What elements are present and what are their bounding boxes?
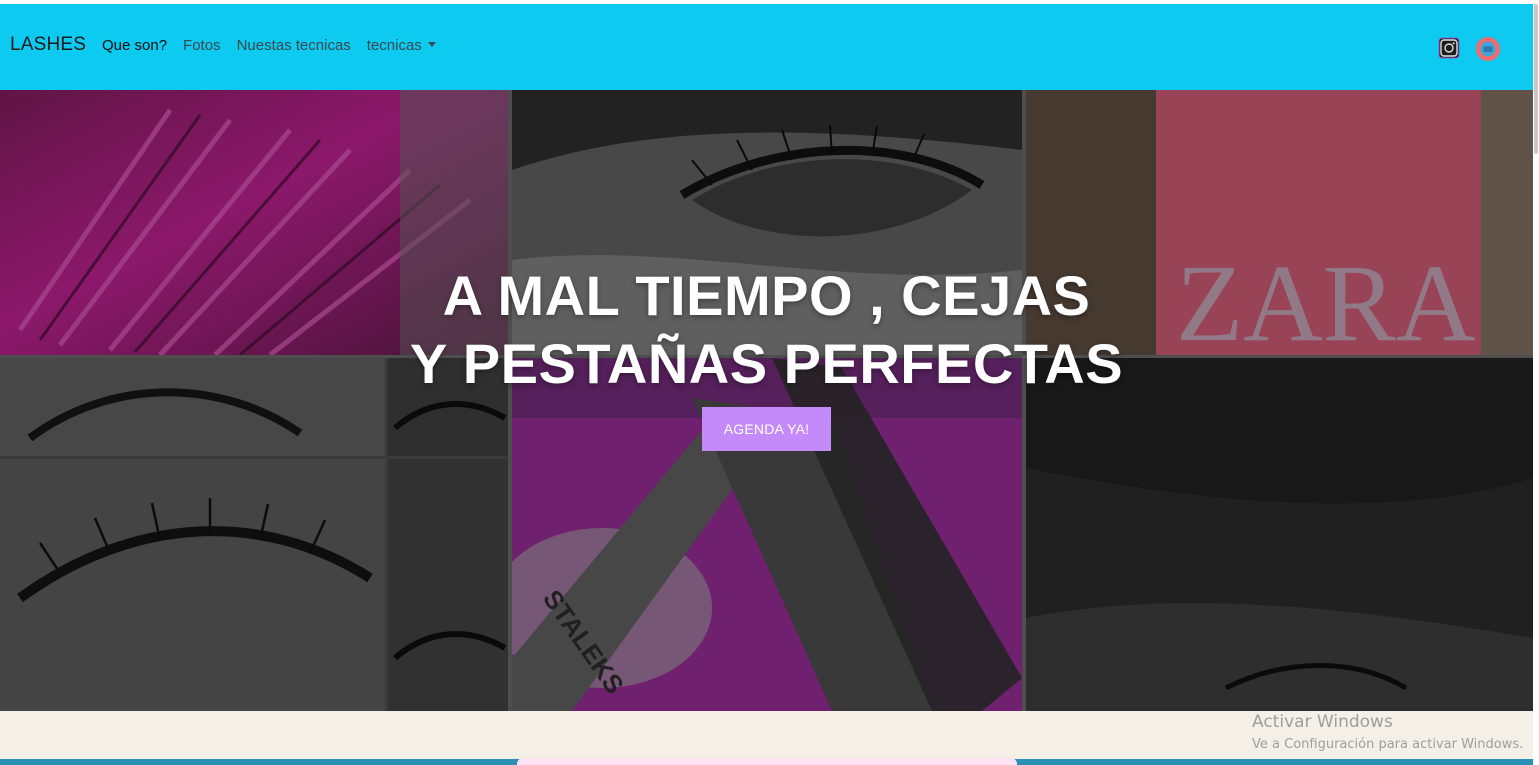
nav-link-nuestas-tecnicas[interactable]: Nuestas tecnicas [237,37,351,54]
agenda-ya-button[interactable]: AGENDA YA! [702,407,831,451]
nav-links: Que son? Fotos Nuestas tecnicas tecnicas [102,37,452,54]
nav-link-que-son[interactable]: Que son? [102,37,167,54]
scrollbar-thumb[interactable] [1534,4,1538,154]
watermark-title: Activar Windows [1252,712,1393,732]
nav-dropdown-tecnicas[interactable]: tecnicas [367,37,436,54]
youtube-icon[interactable] [1475,36,1501,62]
chevron-down-icon [427,41,436,47]
navbar: LASHES Que son? Fotos Nuestas tecnicas t… [0,4,1533,90]
hero-title-line2: Y PESTAÑAS PERFECTAS [409,332,1124,395]
instagram-icon[interactable] [1438,37,1460,59]
watermark-subtitle: Ve a Configuración para activar Windows. [1252,737,1524,752]
nav-dropdown-label: tecnicas [366,37,422,54]
footer-pill [517,758,1017,765]
nav-link-fotos[interactable]: Fotos [183,37,221,54]
windows-activation-watermark: Activar Windows Ve a Configuración para … [1252,711,1523,755]
brand-logo[interactable]: LASHES [10,34,86,56]
hero-section: ZARA STALEKS A MAL TIEMPO , CEJAS Y PEST… [0,90,1533,711]
hero-overlay [0,90,1533,711]
hero-title-line1: A MAL TIEMPO , CEJAS [442,264,1091,327]
page: LASHES Que son? Fotos Nuestas tecnicas t… [0,0,1539,765]
